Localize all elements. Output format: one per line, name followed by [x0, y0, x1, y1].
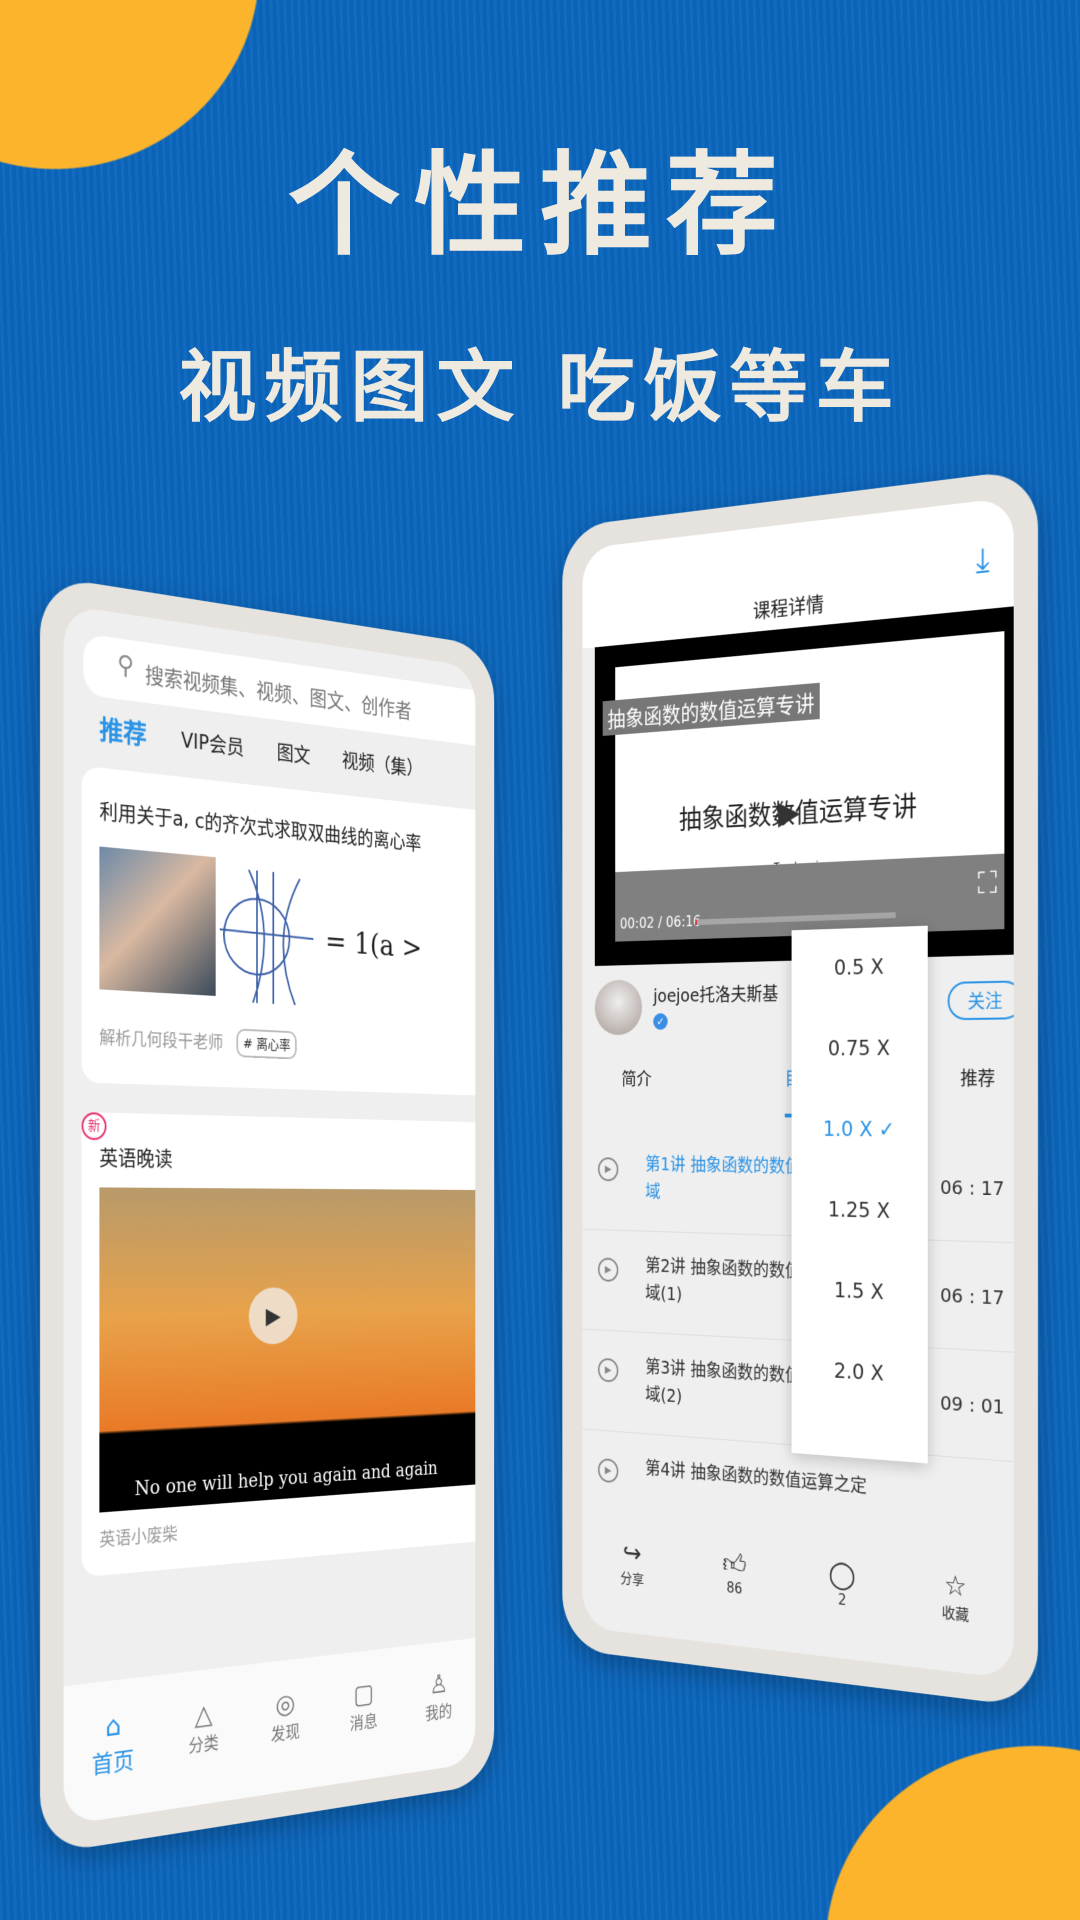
play-circle-icon: ▶	[597, 1157, 619, 1182]
speed-option[interactable]: 2.0 X	[792, 1329, 928, 1418]
tab-intro[interactable]: 简介	[621, 1066, 651, 1117]
lesson-duration: 06 : 17	[940, 1283, 1005, 1310]
verified-icon: ✓	[653, 1013, 668, 1030]
nav-label: 分类	[188, 1733, 219, 1758]
comment-count: 2	[838, 1590, 847, 1609]
card-author: 英语小废柴	[99, 1524, 178, 1551]
hyperbola-diagram	[220, 858, 318, 1007]
star-icon: ☆	[943, 1568, 967, 1604]
subheadline: 视频图文 吃饭等车	[178, 342, 902, 433]
follow-button[interactable]: 关注	[947, 980, 1014, 1021]
play-circle-icon: ▶	[597, 1357, 619, 1383]
nav-label: 首页	[91, 1746, 135, 1780]
tab-recommend[interactable]: 推荐	[99, 709, 146, 753]
speed-option[interactable]: 1.5 X	[792, 1250, 928, 1337]
like-count: 86	[726, 1579, 743, 1598]
share-button[interactable]: ↪ 分享	[620, 1537, 644, 1635]
progress-bar[interactable]	[695, 912, 896, 926]
card-photo	[99, 846, 216, 996]
play-circle-icon: ▶	[597, 1457, 619, 1484]
author-row: joejoe托洛夫斯基 ✓	[594, 976, 778, 1036]
nav-label: 我的	[425, 1701, 453, 1725]
video-subtitle: No one will help you again and again	[134, 1456, 438, 1501]
compass-icon: ◎	[275, 1687, 296, 1721]
headline: 个性推荐	[288, 140, 792, 271]
favorite-button[interactable]: ☆ 收藏	[942, 1568, 969, 1673]
play-circle-icon: ▶	[597, 1257, 619, 1283]
video-thumbnail[interactable]: ▶ No one will help you again and again	[99, 1187, 476, 1513]
card-author: 解析几何段干老师	[99, 1027, 224, 1054]
share-icon: ↪	[622, 1536, 642, 1570]
formula: = 1(a >	[325, 923, 423, 966]
card-tag[interactable]: # 离心率	[236, 1028, 297, 1060]
action-label: 收藏	[941, 1603, 969, 1625]
search-placeholder: 搜索视频集、视频、图文、创作者	[144, 663, 412, 724]
comment-button[interactable]: ◯ 2	[829, 1557, 856, 1660]
feed-card[interactable]: 新 英语晚读 ▶ No one will help you again and …	[81, 1112, 476, 1578]
play-button[interactable]: ▶	[248, 1287, 298, 1345]
fullscreen-icon[interactable]: ⛶	[978, 866, 997, 901]
lesson-title: 第4讲 抽象函数的数值运算之定	[645, 1458, 867, 1498]
download-icon[interactable]: ⤓	[976, 539, 990, 580]
progress-fill	[695, 919, 698, 926]
video-player[interactable]: 抽象函数数值运算专讲 ▶ Teacher: joe 抽象函数的数值运算专讲 00…	[594, 605, 1014, 967]
speed-option[interactable]: 1.25 X	[792, 1170, 928, 1254]
nav-profile[interactable]: ♙ 我的	[425, 1668, 452, 1771]
lesson-duration: 09 : 01	[940, 1390, 1005, 1419]
tab-vip[interactable]: VIP会员	[181, 719, 244, 764]
home-device: ⚲ 搜索视频集、视频、图文、创作者 推荐 VIP会员 图文 视频（集） 利用关于…	[40, 575, 495, 1855]
comment-icon: ◯	[828, 1557, 856, 1592]
tab-recommend[interactable]: 推荐	[960, 1064, 995, 1119]
user-icon: ♙	[429, 1668, 449, 1701]
message-icon: ▢	[353, 1677, 374, 1711]
category-icon: △	[194, 1697, 213, 1732]
detail-screen: 课程详情 ‹ ⤓ 抽象函数数值运算专讲 ▶ Teacher: joe 抽象函数的…	[582, 496, 1014, 1680]
card-title: 英语晚读	[99, 1146, 173, 1171]
nav-label: 发现	[270, 1722, 300, 1746]
nav-discover[interactable]: ◎ 发现	[271, 1687, 300, 1794]
decor-circle	[825, 1745, 1080, 1920]
tab-article[interactable]: 图文	[277, 731, 311, 772]
speed-menu: 0.5 X 0.75 X 1.0 X ✓ 1.25 X 1.5 X 2.0 X	[791, 925, 928, 1464]
home-screen: ⚲ 搜索视频集、视频、图文、创作者 推荐 VIP会员 图文 视频（集） 利用关于…	[63, 604, 476, 1826]
nav-label: 消息	[349, 1711, 378, 1735]
new-badge: 新	[81, 1112, 107, 1141]
nav-home[interactable]: ⌂ 首页	[92, 1707, 134, 1821]
nav-messages[interactable]: ▢ 消息	[350, 1677, 378, 1782]
speed-option[interactable]: 0.5 X	[792, 926, 928, 1010]
thumbs-up-icon: 👍︎	[722, 1546, 747, 1581]
action-label: 分享	[620, 1569, 645, 1589]
speed-option-selected[interactable]: 1.0 X ✓	[792, 1090, 928, 1172]
card-title: 利用关于a, c的齐次式求取双曲线的离心率	[99, 799, 422, 855]
play-icon[interactable]: ▶	[778, 793, 800, 832]
author-name[interactable]: joejoe托洛夫斯基	[653, 980, 778, 1008]
search-icon: ⚲	[117, 649, 134, 682]
avatar[interactable]	[594, 979, 643, 1036]
tab-video[interactable]: 视频（集）	[342, 739, 422, 785]
like-button[interactable]: 👍︎ 86	[722, 1547, 746, 1647]
feed-card[interactable]: 利用关于a, c的齐次式求取双曲线的离心率 = 1(a > 解析几何段干老师 #…	[81, 765, 476, 1096]
lesson-duration: 06 : 17	[940, 1175, 1005, 1201]
detail-device: 课程详情 ‹ ⤓ 抽象函数数值运算专讲 ▶ Teacher: joe 抽象函数的…	[562, 468, 1038, 1708]
nav-category[interactable]: △ 分类	[189, 1697, 219, 1807]
home-icon: ⌂	[105, 1708, 122, 1744]
video-time: 00:02 / 06:16	[619, 912, 701, 933]
speed-option[interactable]: 0.75 X	[792, 1008, 928, 1090]
